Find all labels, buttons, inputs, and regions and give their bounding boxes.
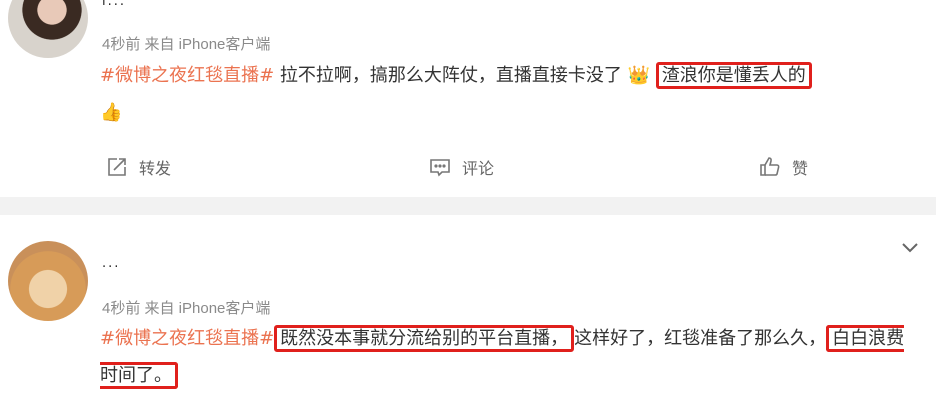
avatar[interactable] bbox=[8, 241, 88, 321]
highlighted-text: 既然没本事就分流给别的平台直播， bbox=[274, 325, 575, 352]
feed-post: l... 4秒前 来自 iPhone客户端 #微博之夜红毯直播# 拉不拉啊，搞那… bbox=[0, 0, 936, 197]
hashtag-link[interactable]: #微博之夜红毯直播# bbox=[100, 328, 274, 349]
post-text-plain: 这样好了，红毯准备了那么久， bbox=[574, 328, 827, 349]
hashtag-link[interactable]: #微博之夜红毯直播# bbox=[100, 65, 274, 86]
post-meta: 4秒前 来自 iPhone客户端 bbox=[102, 36, 271, 53]
chevron-down-icon[interactable] bbox=[900, 241, 920, 255]
repost-icon bbox=[108, 158, 126, 176]
like-label: 赞 bbox=[792, 159, 809, 178]
repost-button[interactable]: 转发 bbox=[105, 155, 171, 179]
highlighted-text: 渣浪你是懂丢人的 bbox=[655, 62, 812, 89]
comment-button[interactable]: 评论 bbox=[428, 155, 494, 179]
emoji-icon: 👑 bbox=[627, 65, 651, 86]
thumbs-up-icon bbox=[760, 157, 780, 176]
like-button[interactable]: 赞 bbox=[758, 155, 808, 179]
feed-post: ... 4秒前 来自 iPhone客户端 #微博之夜红毯直播# 既然没本事就分流给… bbox=[0, 215, 936, 402]
post-text: #微博之夜红毯直播# 既然没本事就分流给别的平台直播， 这样好了，红毯准备了那么久，… bbox=[100, 320, 910, 394]
avatar[interactable] bbox=[8, 0, 88, 58]
post-text: #微博之夜红毯直播# 拉不拉啊，搞那么大阵仗，直播直接卡没了 👑 渣浪你是懂丢人… bbox=[100, 57, 910, 131]
thumbs-up-emoji-icon: 👍 bbox=[100, 102, 123, 123]
post-divider bbox=[0, 197, 936, 215]
comment-icon bbox=[430, 159, 450, 177]
post-text-plain: 拉不拉啊，搞那么大阵仗，直播直接卡没了 bbox=[274, 65, 622, 86]
username[interactable]: l... bbox=[102, 0, 202, 8]
post-meta: 4秒前 来自 iPhone客户端 bbox=[102, 300, 271, 317]
comment-label: 评论 bbox=[462, 159, 495, 178]
username[interactable]: ... bbox=[102, 256, 212, 270]
post-actions: 转发 评论 赞 bbox=[0, 150, 936, 186]
repost-label: 转发 bbox=[139, 159, 172, 178]
